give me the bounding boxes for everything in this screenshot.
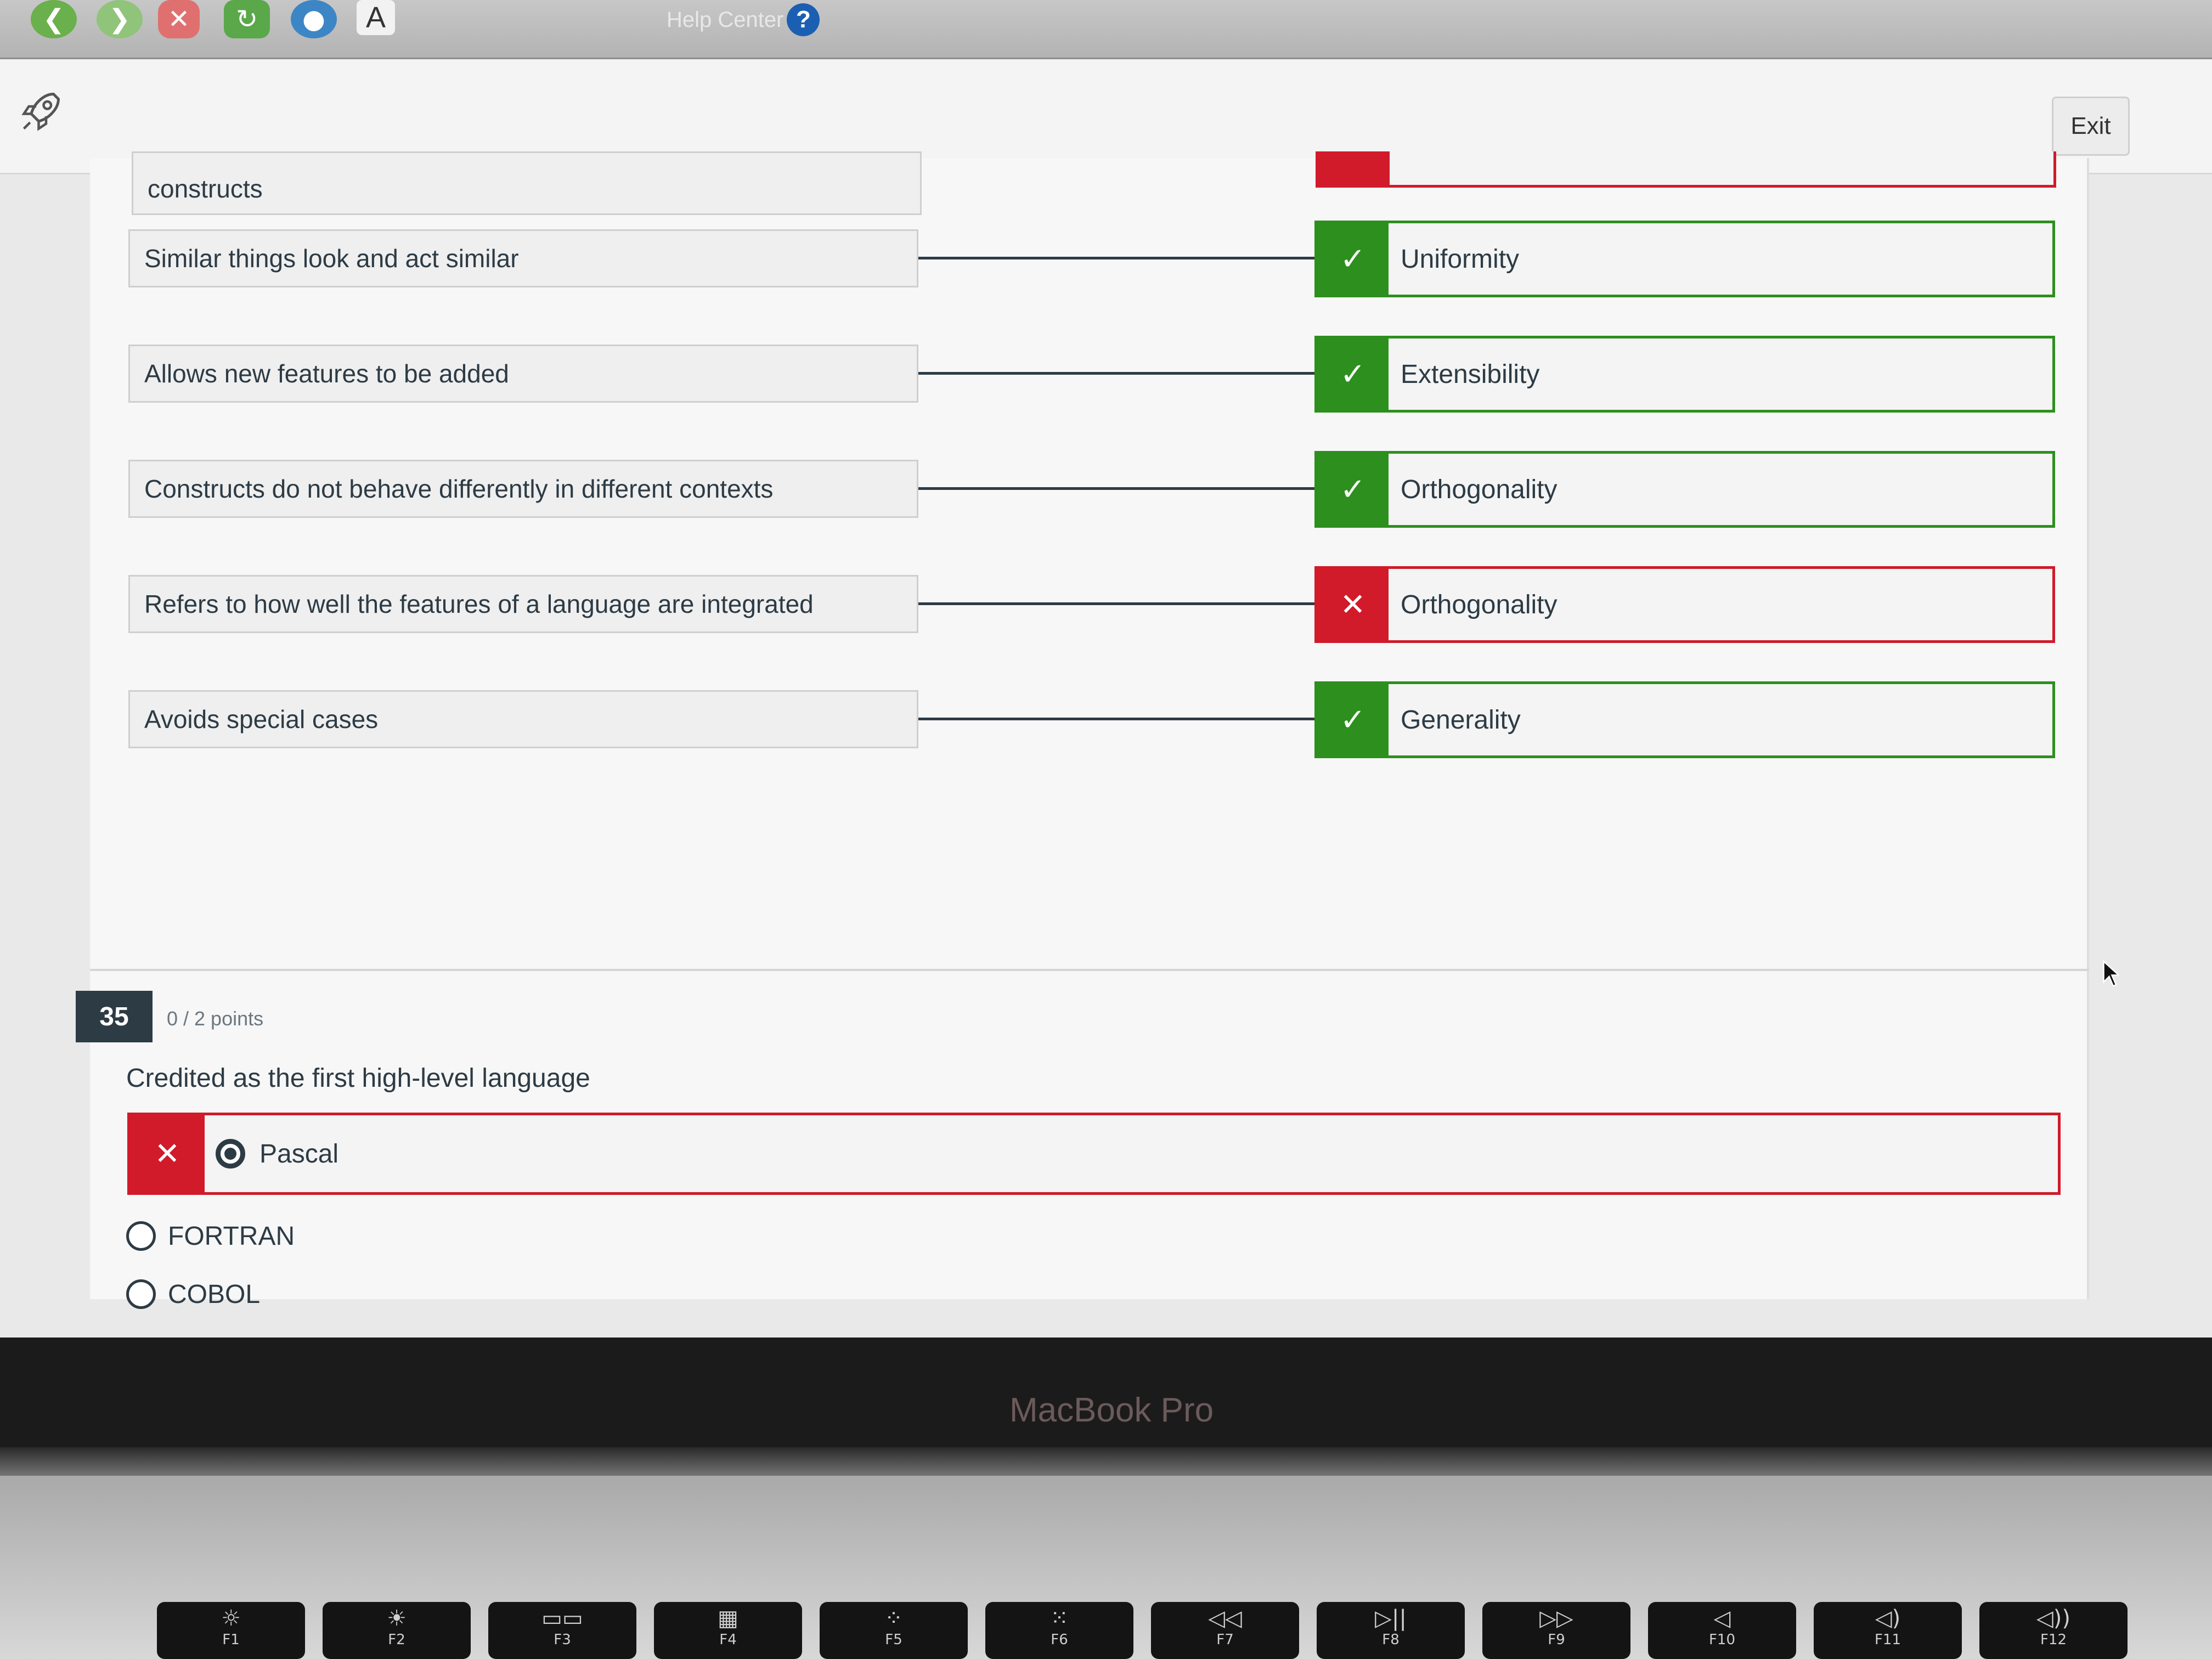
matching-row: Constructs do not behave differently in … [90,451,2089,537]
matching-answer-label: Generality [1401,705,1521,735]
stop-icon[interactable]: ✕ [158,0,200,38]
close-icon: ✕ [1317,569,1389,640]
answer-label: Pascal [259,1139,339,1169]
matching-answer[interactable]: ✓ Uniformity [1314,221,2055,297]
answer-option-label: FORTRAN [168,1221,295,1251]
radio-button[interactable] [126,1279,156,1309]
function-key-icon: ▭▭ [541,1606,583,1631]
font-button[interactable]: A [357,0,395,35]
matching-connector-line [918,372,1314,375]
device-label: MacBook Pro [1009,1391,1214,1429]
function-key[interactable]: ⁘ F5 [820,1602,968,1659]
function-key-label: F6 [1051,1632,1068,1648]
matching-prompt: Similar things look and act similar [128,229,918,287]
question-points: 0 / 2 points [167,1007,264,1030]
function-key[interactable]: ▭▭ F3 [488,1602,636,1659]
globe-icon[interactable]: ● [291,0,337,38]
matching-answer-label: Orthogonality [1401,590,1558,619]
function-key[interactable]: ◁◁ F7 [1151,1602,1299,1659]
function-key[interactable]: ▦ F4 [654,1602,802,1659]
function-key[interactable]: ☼ F1 [157,1602,305,1659]
check-icon: ✓ [1317,684,1389,755]
function-key-icon: ⁘ [884,1606,903,1631]
function-key-label: F12 [2040,1632,2067,1648]
function-key[interactable]: ⁙ F6 [985,1602,1133,1659]
check-icon: ✓ [1317,454,1389,525]
function-key-icon: ◁)) [2036,1606,2070,1631]
rocket-icon [21,93,60,131]
matching-connector-line [918,257,1314,259]
function-key[interactable]: ◁) F11 [1814,1602,1962,1659]
browser-toolbar: ❮ ❯ ✕ ↻ ● A Help Center ? [0,0,2212,59]
matching-answer[interactable]: ✓ Extensibility [1314,336,2055,413]
function-key[interactable]: ▷|| F8 [1317,1602,1465,1659]
matching-answer-label: Orthogonality [1401,475,1558,504]
help-center-label: Help Center [667,7,784,32]
matching-answer[interactable]: ✓ Generality [1314,681,2055,758]
function-key-label: F3 [554,1632,571,1648]
function-key-icon: ▦ [718,1606,738,1631]
question-number: 35 [76,991,153,1042]
function-key-icon: ◁◁ [1208,1606,1242,1631]
matching-prompt: Avoids special cases [128,690,918,748]
function-key-label: F9 [1548,1632,1565,1648]
function-key[interactable]: ▷▷ F9 [1482,1602,1630,1659]
matching-answer-partial [1316,151,2056,188]
radio-button[interactable] [126,1221,156,1251]
answer-option[interactable]: COBOL [126,1275,260,1313]
quiz-card: constructs Similar things look and act s… [76,151,2089,1367]
check-icon: ✓ [1317,338,1389,410]
question-text: Credited as the first high-level languag… [126,1064,590,1093]
function-key-icon: ⁙ [1050,1606,1069,1631]
question-divider [90,969,2089,971]
matching-answer-label: Uniformity [1401,244,1520,274]
function-key-label: F8 [1382,1632,1400,1648]
content-area: constructs Similar things look and act s… [0,151,2212,1367]
function-key-icon: ▷|| [1375,1606,1407,1631]
close-icon: ✕ [130,1115,205,1192]
matching-prompt: Constructs do not behave differently in … [128,460,918,518]
function-key-label: F4 [719,1632,737,1648]
function-key-label: F5 [885,1632,902,1648]
exit-button[interactable]: Exit [2052,97,2130,156]
function-key-icon: ☀ [387,1606,407,1631]
matching-prompt-partial: constructs [132,151,922,215]
matching-answer[interactable]: ✓ Orthogonality [1314,451,2055,528]
function-key-icon: ◁ [1713,1606,1731,1631]
function-key-icon: ◁) [1875,1606,1901,1631]
answer-option-label: COBOL [168,1279,261,1309]
incorrect-indicator [1318,151,1390,185]
function-key-label: F11 [1874,1632,1901,1648]
matching-prompt: Refers to how well the features of a lan… [128,575,918,633]
radio-button-checked[interactable] [216,1139,245,1169]
matching-prompt: Allows new features to be added [128,345,918,403]
function-key[interactable]: ◁ F10 [1648,1602,1796,1659]
matching-row: Avoids special cases ✓ Generality [90,681,2089,767]
forward-arrow-icon[interactable]: ❯ [97,0,143,38]
function-key-icon: ☼ [221,1606,241,1631]
function-key-label: F2 [388,1632,405,1648]
function-key-label: F1 [222,1632,240,1648]
function-key[interactable]: ☀ F2 [323,1602,471,1659]
matching-row: Allows new features to be added ✓ Extensib… [90,336,2089,421]
matching-connector-line [918,718,1314,720]
function-key-icon: ▷▷ [1539,1606,1573,1631]
back-arrow-icon[interactable]: ❮ [31,0,77,38]
help-icon: ? [787,3,820,36]
refresh-icon[interactable]: ↻ [224,0,270,38]
function-key-label: F10 [1708,1632,1736,1648]
function-key[interactable]: ◁)) F12 [1979,1602,2128,1659]
selected-answer[interactable]: ✕ Pascal [127,1113,2061,1195]
matching-answer-label: Extensibility [1401,359,1540,389]
matching-connector-line [918,602,1314,605]
mouse-cursor-icon [2103,960,2119,988]
check-icon: ✓ [1317,223,1389,295]
answer-option[interactable]: FORTRAN [126,1217,295,1255]
function-key-label: F7 [1216,1632,1234,1648]
matching-row: Refers to how well the features of a lan… [90,566,2089,652]
help-center-link[interactable]: Help Center ? [667,3,820,36]
matching-connector-line [918,487,1314,490]
matching-row: Similar things look and act similar ✓ Unif… [90,221,2089,306]
matching-answer[interactable]: ✕ Orthogonality [1314,566,2055,643]
